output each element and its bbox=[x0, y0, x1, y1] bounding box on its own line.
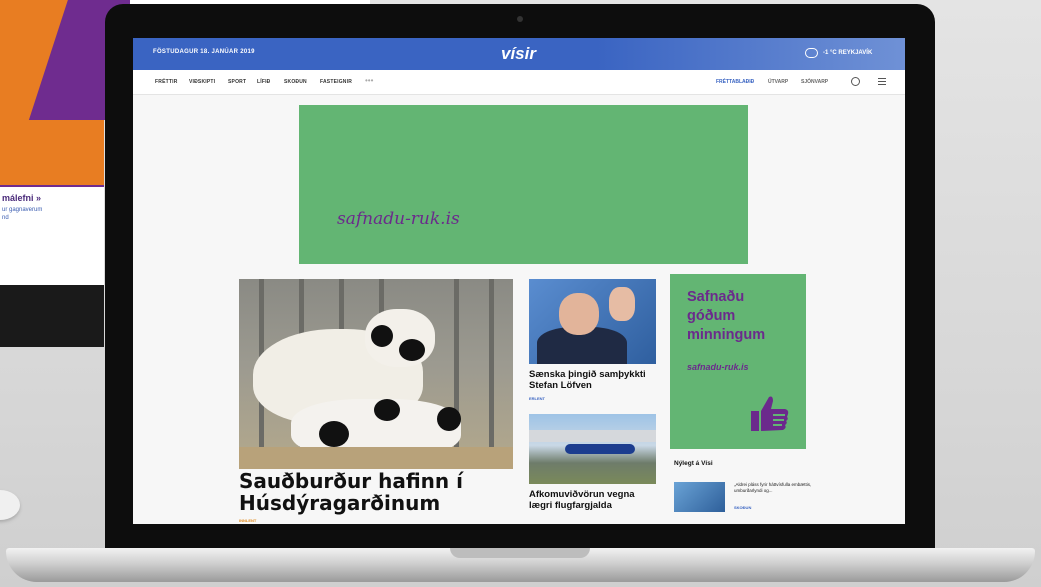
weather-readout[interactable]: -1 °C REYKJAVÍK bbox=[823, 50, 872, 56]
browser-screen: FÖSTUDAGUR 18. JANÚAR 2019 vísir -1 °C R… bbox=[133, 38, 905, 524]
sheep-patch bbox=[371, 325, 393, 347]
main-nav: FRÉTTIR VIÐSKIPTI SPORT LÍFIÐ SKOÐUN FAS… bbox=[133, 70, 905, 95]
laptop-notch bbox=[450, 548, 590, 558]
more-icon[interactable]: ••• bbox=[365, 76, 373, 85]
main-story-headline[interactable]: Sauðburður hafinn í Húsdýragarðinum bbox=[239, 470, 513, 514]
thumbs-up-icon bbox=[751, 396, 789, 431]
lamb-patch bbox=[437, 407, 461, 431]
recent-item-tag[interactable]: SKOÐUN bbox=[734, 505, 751, 510]
sheep-patch bbox=[399, 339, 425, 361]
background-card-title: málefni » bbox=[2, 193, 42, 203]
straw bbox=[239, 447, 513, 469]
nav-item-vidskipti[interactable]: VIÐSKIPTI bbox=[189, 79, 215, 85]
background-card-line: nd bbox=[2, 215, 9, 221]
ad-box-line: minningum bbox=[687, 327, 766, 343]
terminal bbox=[529, 430, 656, 442]
background-card: málefni » ur gagnaverum nd bbox=[0, 185, 104, 287]
header-date: FÖSTUDAGUR 18. JANÚAR 2019 bbox=[153, 49, 255, 55]
airplane bbox=[565, 444, 635, 454]
story-image-plane[interactable] bbox=[529, 414, 656, 484]
ad-box-line: Safnaðu bbox=[687, 289, 745, 305]
nav-item-frettabladid[interactable]: FRÉTTABLAÐIÐ bbox=[716, 79, 754, 85]
cloud-icon bbox=[805, 48, 818, 58]
ad-box[interactable]: Safnaðu góðum minningum safnadu-ruk.is bbox=[670, 274, 806, 449]
site-header: FÖSTUDAGUR 18. JANÚAR 2019 vísir -1 °C R… bbox=[133, 38, 905, 70]
background-card-line: ur gagnaverum bbox=[2, 207, 43, 213]
lamb-patch bbox=[374, 399, 400, 421]
main-story-tag[interactable]: INNLENT bbox=[239, 518, 256, 523]
nav-item-frettir[interactable]: FRÉTTIR bbox=[155, 79, 178, 85]
nav-item-skodun[interactable]: SKOÐUN bbox=[284, 79, 307, 85]
nav-item-lifid[interactable]: LÍFIÐ bbox=[257, 79, 271, 85]
site-logo[interactable]: vísir bbox=[501, 44, 536, 64]
face bbox=[559, 293, 599, 335]
ad-box-url: safnadu-ruk.is bbox=[687, 362, 749, 372]
recent-item-text[interactable]: „Aldrei pláss fyrir háttvísfulla embætti… bbox=[734, 482, 814, 494]
background-dark-panel bbox=[0, 285, 104, 347]
nav-item-sport[interactable]: SPORT bbox=[228, 79, 246, 85]
ad-box-headline: Safnaðu góðum minningum bbox=[687, 288, 765, 345]
camera-icon bbox=[517, 16, 523, 22]
menu-icon[interactable] bbox=[878, 78, 886, 87]
hand bbox=[609, 287, 635, 321]
recent-image[interactable] bbox=[674, 482, 725, 512]
nav-item-fasteignir[interactable]: FASTEIGNIR bbox=[320, 79, 352, 85]
story-tag-erlent[interactable]: ERLENT bbox=[529, 396, 545, 401]
lamb-patch bbox=[319, 421, 349, 447]
recent-heading: Nýlegt á Vísi bbox=[674, 460, 713, 467]
ad-banner-text: safnadu-ruk.is bbox=[337, 209, 460, 229]
main-story-image[interactable] bbox=[239, 279, 513, 469]
search-icon[interactable] bbox=[851, 77, 860, 86]
story-image-lofven[interactable] bbox=[529, 279, 656, 364]
nav-item-utvarp[interactable]: ÚTVARP bbox=[768, 79, 788, 85]
ad-box-line: góðum bbox=[687, 308, 736, 324]
ad-banner[interactable]: safnadu-ruk.is bbox=[299, 105, 748, 264]
nav-item-sjonvarp[interactable]: SJÓNVARP bbox=[801, 79, 828, 85]
story-title-lofven[interactable]: Sænska þingið samþykkti Stefan Löfven bbox=[529, 369, 659, 391]
story-title-flug[interactable]: Afkomuviðvörun vegna lægri flugfargjalda bbox=[529, 489, 659, 511]
fence-rail bbox=[489, 279, 494, 469]
